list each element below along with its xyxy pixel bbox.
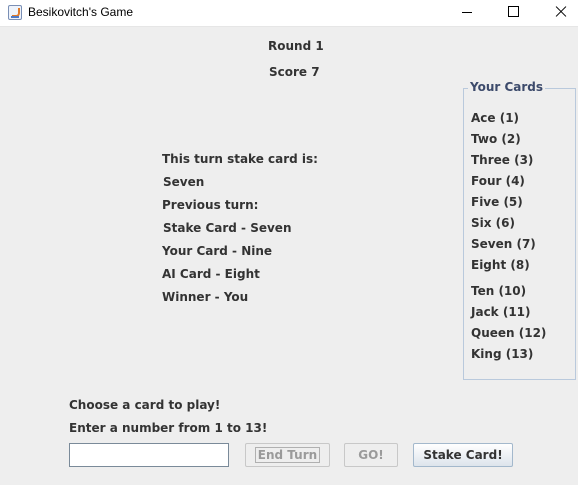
previous-winner: Winner - You	[162, 290, 249, 304]
card-item: Four (4)	[471, 174, 525, 188]
card-item: Two (2)	[471, 132, 521, 146]
maximize-icon[interactable]	[490, 0, 536, 26]
java-app-icon	[8, 5, 22, 20]
card-item: Ace (1)	[471, 111, 520, 125]
close-icon[interactable]	[536, 0, 578, 26]
card-item: Eight (8)	[471, 258, 530, 272]
your-cards-title: Your Cards	[468, 80, 546, 94]
card-item: Jack (11)	[471, 305, 531, 319]
stake-card-button[interactable]: Stake Card!	[413, 443, 513, 467]
card-item: Three (3)	[471, 153, 534, 167]
previous-stake-card: Stake Card - Seven	[163, 221, 292, 235]
stake-heading: This turn stake card is:	[162, 152, 318, 166]
card-item: King (13)	[471, 347, 534, 361]
enter-number-prompt: Enter a number from 1 to 13!	[69, 421, 268, 435]
window-title: Besikovitch's Game	[28, 5, 133, 19]
minimize-icon[interactable]	[444, 0, 490, 26]
previous-turn-heading: Previous turn:	[162, 198, 259, 212]
card-item: Six (6)	[471, 216, 515, 230]
card-item: Five (5)	[471, 195, 523, 209]
stake-card-value: Seven	[163, 175, 205, 189]
card-item: Seven (7)	[471, 237, 536, 251]
previous-your-card: Your Card - Nine	[162, 244, 273, 258]
score-label: Score 7	[269, 65, 320, 79]
end-turn-button[interactable]: End Turn	[245, 443, 330, 467]
previous-ai-card: AI Card - Eight	[162, 267, 260, 281]
card-item: Ten (10)	[471, 284, 527, 298]
end-turn-label: End Turn	[254, 447, 321, 463]
go-button[interactable]: GO!	[344, 443, 398, 467]
card-number-input[interactable]	[69, 443, 229, 467]
choose-card-prompt: Choose a card to play!	[69, 398, 221, 412]
card-item: Queen (12)	[471, 326, 547, 340]
title-bar: Besikovitch's Game	[0, 0, 578, 27]
round-label: Round 1	[268, 39, 324, 53]
